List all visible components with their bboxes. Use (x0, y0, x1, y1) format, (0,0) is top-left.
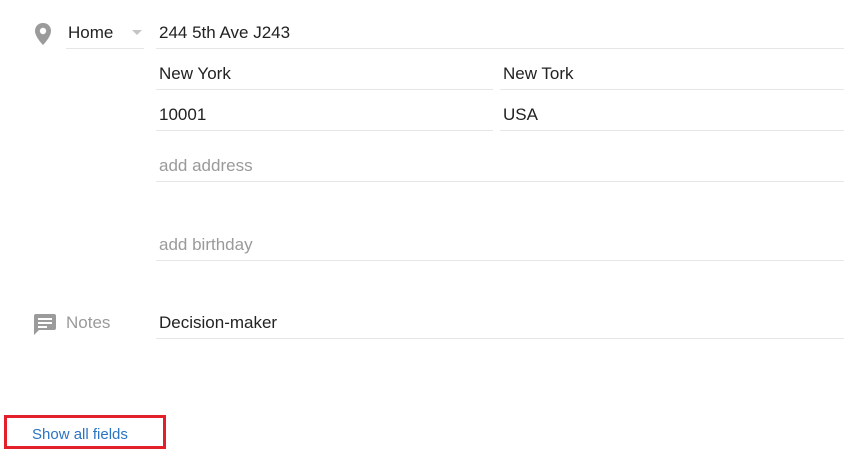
zip-field[interactable]: 10001 (156, 98, 493, 131)
state-value: New Tork (503, 64, 574, 83)
country-field[interactable]: USA (500, 98, 844, 131)
notes-label: Notes (66, 313, 111, 332)
country-value: USA (503, 105, 538, 124)
zip-value: 10001 (159, 105, 207, 124)
city-field[interactable]: New York (156, 57, 493, 90)
street-field[interactable]: 244 5th Ave J243 (156, 16, 844, 49)
address-type-label: Home (68, 23, 114, 42)
city-value: New York (159, 64, 231, 83)
chevron-down-icon (132, 30, 142, 35)
show-all-fields-highlight: Show all fields (4, 415, 166, 449)
notes-value: Decision-maker (159, 313, 278, 332)
add-address-field[interactable]: add address (156, 149, 844, 182)
add-birthday-field[interactable]: add birthday (156, 228, 844, 261)
notes-field[interactable]: Decision-maker (156, 306, 844, 339)
location-pin-icon (33, 22, 53, 46)
show-all-fields-link[interactable]: Show all fields (32, 426, 128, 443)
add-birthday-placeholder: add birthday (159, 235, 253, 254)
address-type-dropdown[interactable]: Home (66, 16, 144, 49)
add-address-placeholder: add address (159, 156, 253, 175)
notes-icon (31, 312, 57, 336)
state-field[interactable]: New Tork (500, 57, 844, 90)
street-value: 244 5th Ave J243 (159, 23, 291, 42)
